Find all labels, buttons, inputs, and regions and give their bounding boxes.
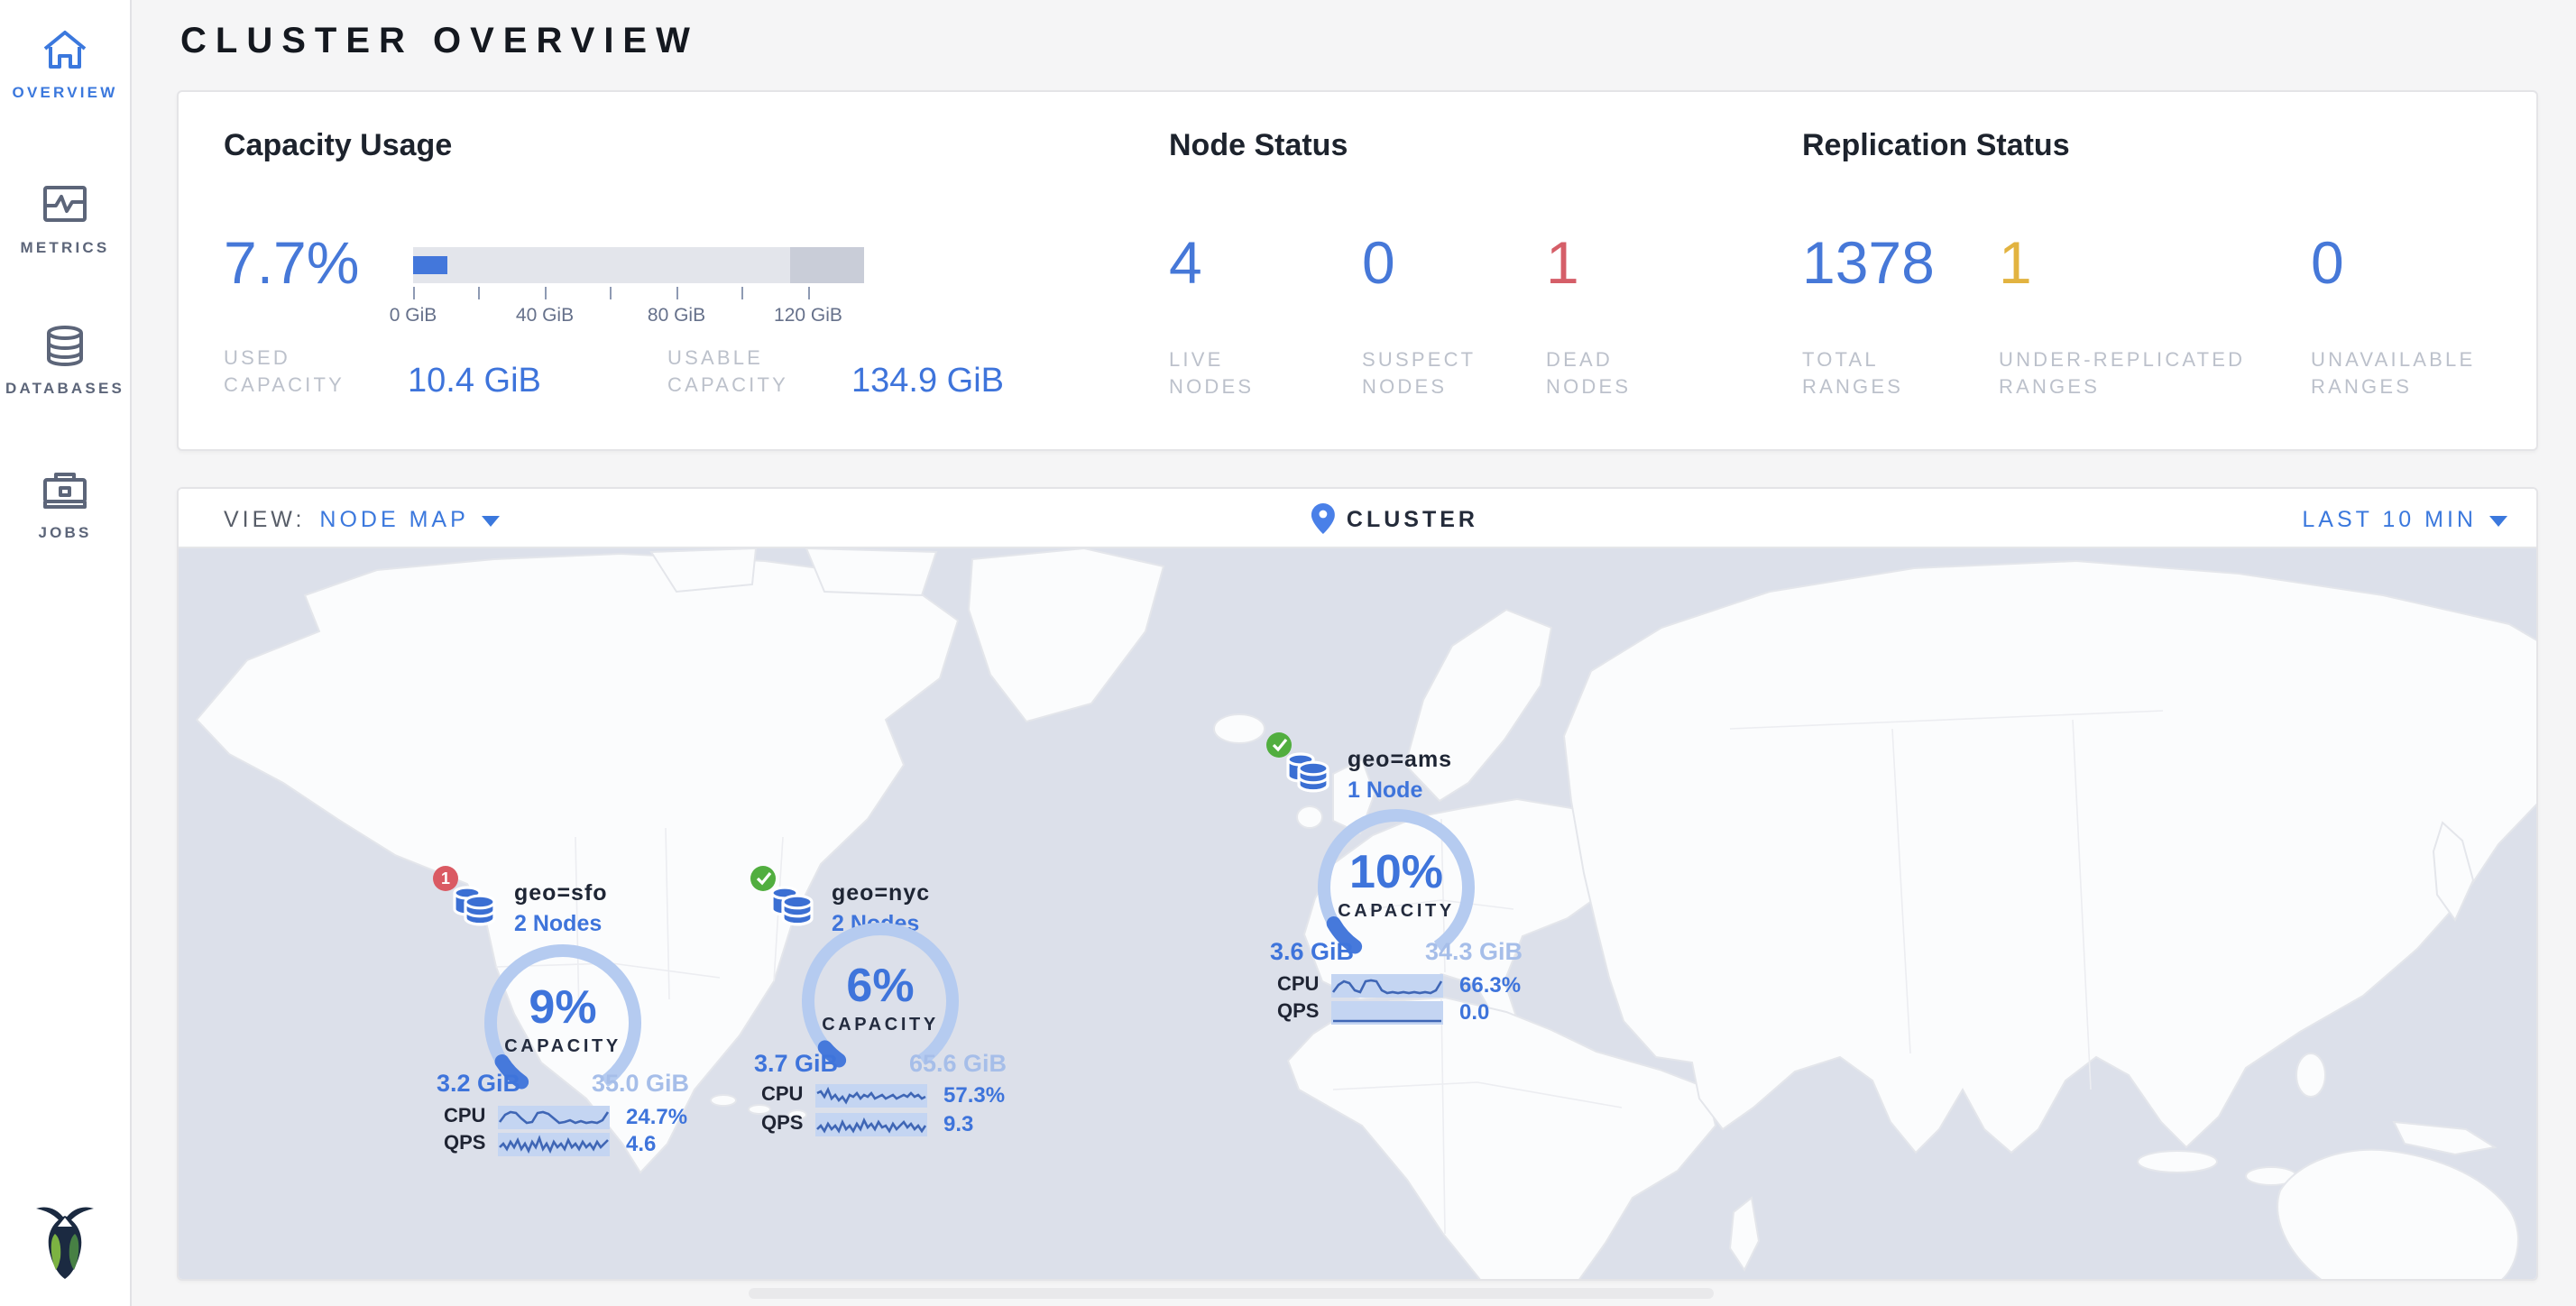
- capacity-label: CAPACITY: [790, 1016, 971, 1035]
- sidebar-item-databases[interactable]: DATABASES: [0, 325, 130, 397]
- capacity-used-value: 3.7 GiB: [754, 1050, 838, 1077]
- qps-label: QPS: [1277, 1001, 1331, 1023]
- map-toolbar: VIEW: NODE MAP CLUSTER LAST 10 MIN: [179, 489, 2536, 548]
- replication-status-title: Replication Status: [1802, 128, 2070, 164]
- sidebar-item-label: DATABASES: [0, 379, 130, 397]
- capacity-total-value: 65.6 GiB: [909, 1050, 1007, 1077]
- locality-header-sfo[interactable]: 1 geo=sfo 2 Nodes: [444, 878, 608, 936]
- qps-sparkline: [1331, 1000, 1443, 1024]
- home-icon: [41, 29, 88, 72]
- capacity-used-value: 3.6 GiB: [1270, 938, 1354, 965]
- capacity-percent: 9%: [473, 980, 653, 1035]
- cpu-value: 66.3%: [1459, 972, 1521, 998]
- healthy-check-icon: [750, 866, 776, 891]
- db-stack-icon: 1: [444, 878, 498, 929]
- suspect-nodes-label: SUSPECT NODES: [1362, 348, 1506, 402]
- dead-nodes-label: DEAD NODES: [1546, 348, 1690, 402]
- cpu-label: CPU: [761, 1084, 815, 1106]
- healthy-check-icon: [1266, 732, 1292, 758]
- sidebar-item-label: JOBS: [0, 523, 130, 541]
- capacity-bar: [413, 247, 864, 283]
- unavailable-ranges-label: UNAVAILABLE RANGES: [2311, 348, 2527, 402]
- under-replicated-ranges-label: UNDER-REPLICATED RANGES: [1999, 348, 2269, 402]
- error-count-badge: 1: [433, 866, 458, 891]
- cpu-sparkline: [1331, 973, 1443, 997]
- cpu-label: CPU: [1277, 974, 1331, 996]
- usable-capacity-label: USABLE CAPACITY: [667, 346, 823, 400]
- capacity-total-value: 35.0 GiB: [592, 1070, 689, 1097]
- cpu-sparkline: [815, 1083, 927, 1107]
- suspect-nodes-value: 0: [1362, 229, 1395, 296]
- usable-capacity-value: 134.9 GiB: [851, 363, 1004, 402]
- node-map-card: VIEW: NODE MAP CLUSTER LAST 10 MIN: [177, 487, 2538, 1281]
- chevron-down-icon[interactable]: [482, 516, 500, 527]
- capacity-bar-ticks: [413, 287, 864, 301]
- locality-name: geo=ams: [1348, 747, 1452, 772]
- unavailable-ranges-value: 0: [2311, 229, 2344, 296]
- sidebar-item-label: METRICS: [0, 238, 130, 256]
- metrics-icon: [41, 184, 88, 227]
- live-nodes-label: LIVE NODES: [1169, 348, 1313, 402]
- db-stack-icon: [1277, 745, 1331, 796]
- sidebar: OVERVIEW METRICS DATABASES: [0, 0, 132, 1306]
- capacity-bar-tick-labels: 0 GiB 40 GiB 80 GiB 120 GiB: [413, 305, 882, 330]
- live-nodes-value: 4: [1169, 229, 1202, 296]
- cpu-value: 57.3%: [943, 1082, 1005, 1108]
- cluster-summary-card: Capacity Usage 7.7% 0 GiB 40 GiB 80 GiB …: [177, 90, 2538, 451]
- view-selector[interactable]: NODE MAP: [319, 507, 468, 532]
- capacity-bar-nonusable-segment: [790, 247, 864, 283]
- cockroachdb-logo: [31, 1198, 99, 1281]
- qps-value: 0.0: [1459, 999, 1489, 1025]
- capacity-label: CAPACITY: [1306, 902, 1486, 922]
- used-capacity-value: 10.4 GiB: [408, 363, 541, 402]
- breadcrumb[interactable]: CLUSTER: [1347, 506, 1478, 531]
- qps-sparkline: [815, 1112, 927, 1136]
- node-status-title: Node Status: [1169, 128, 1348, 164]
- capacity-percent: 10%: [1306, 844, 1486, 900]
- capacity-label: CAPACITY: [473, 1037, 653, 1057]
- sidebar-item-label: OVERVIEW: [0, 83, 130, 101]
- capacity-total-value: 34.3 GiB: [1425, 938, 1523, 965]
- qps-label: QPS: [761, 1113, 815, 1135]
- qps-value: 9.3: [943, 1111, 973, 1136]
- cpu-sparkline: [498, 1105, 610, 1128]
- usable-capacity: USABLE CAPACITY 134.9 GiB: [667, 346, 1004, 400]
- used-capacity-label: USED CAPACITY: [224, 346, 379, 400]
- locality-name: geo=sfo: [514, 880, 608, 906]
- total-ranges-label: TOTAL RANGES: [1802, 348, 1946, 402]
- capacity-bar-used-segment: [413, 256, 447, 274]
- capacity-used-percent: 7.7%: [224, 229, 359, 296]
- qps-label: QPS: [444, 1133, 498, 1154]
- cpu-label: CPU: [444, 1106, 498, 1127]
- world-map: 1 geo=sfo 2 Nodes: [179, 548, 2538, 1281]
- time-range-selector[interactable]: LAST 10 MIN: [2302, 507, 2477, 532]
- locality-header-ams[interactable]: geo=ams 1 Node: [1277, 745, 1452, 803]
- used-capacity: USED CAPACITY 10.4 GiB: [224, 346, 541, 400]
- view-label: VIEW:: [224, 507, 305, 532]
- sidebar-item-jobs[interactable]: JOBS: [0, 469, 130, 541]
- page-title: CLUSTER OVERVIEW: [180, 22, 699, 63]
- map-pin-icon: [1311, 503, 1334, 534]
- sidebar-item-overview[interactable]: OVERVIEW: [0, 29, 130, 101]
- capacity-usage-title: Capacity Usage: [224, 128, 452, 164]
- sidebar-item-metrics[interactable]: METRICS: [0, 184, 130, 256]
- locality-name: geo=nyc: [832, 880, 930, 906]
- qps-sparkline: [498, 1132, 610, 1155]
- chevron-down-icon[interactable]: [2489, 516, 2507, 527]
- capacity-used-value: 3.2 GiB: [437, 1070, 520, 1097]
- total-ranges-value: 1378: [1802, 229, 1935, 296]
- capacity-percent: 6%: [790, 958, 971, 1014]
- qps-value: 4.6: [626, 1131, 656, 1156]
- jobs-icon: [41, 469, 88, 512]
- cpu-value: 24.7%: [626, 1104, 687, 1129]
- horizontal-scrollbar[interactable]: [749, 1288, 1714, 1299]
- under-replicated-ranges-value: 1: [1999, 229, 2032, 296]
- databases-icon: [41, 325, 88, 368]
- cluster-overview-page: OVERVIEW METRICS DATABASES: [0, 0, 2576, 1306]
- dead-nodes-value: 1: [1546, 229, 1579, 296]
